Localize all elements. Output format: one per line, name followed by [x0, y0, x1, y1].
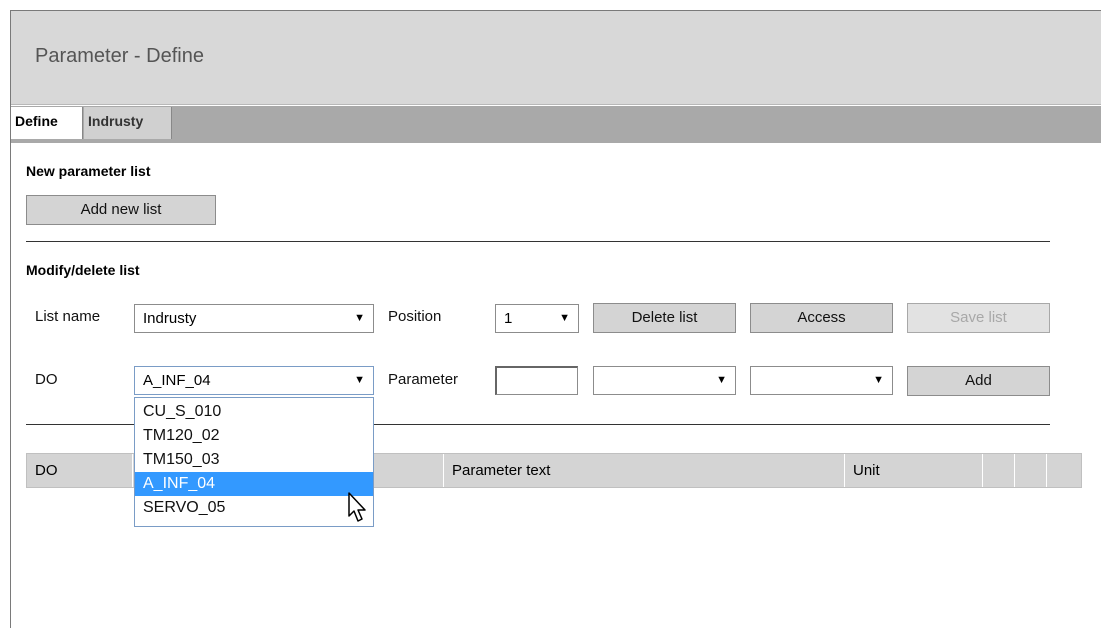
dropdown-option[interactable]: TM150_03	[135, 448, 373, 472]
column-header-extra-1	[983, 454, 1015, 487]
section-divider	[26, 241, 1050, 242]
dropdown-option[interactable]: SERVO_05	[135, 496, 373, 520]
column-header-parameter-text: Parameter text	[444, 454, 845, 487]
chevron-down-icon: ▼	[559, 312, 570, 324]
do-dropdown-list: CU_S_010 TM120_02 TM150_03 A_INF_04 SERV…	[134, 397, 374, 527]
add-new-list-button[interactable]: Add new list	[26, 195, 216, 225]
do-select[interactable]: A_INF_04 ▼	[134, 366, 374, 395]
parameter-number-input[interactable]	[495, 366, 578, 395]
do-value: A_INF_04	[143, 372, 211, 389]
position-value: 1	[504, 310, 513, 327]
parameter-label: Parameter	[388, 371, 459, 388]
chevron-down-icon: ▼	[354, 312, 365, 324]
tab-bar: Define Indrusty	[11, 106, 1101, 143]
chevron-down-icon: ▼	[873, 374, 884, 386]
chevron-down-icon: ▼	[716, 374, 727, 386]
position-select[interactable]: 1 ▼	[495, 304, 579, 333]
page-header: Parameter - Define	[11, 11, 1101, 105]
list-name-select[interactable]: Indrusty ▼	[134, 304, 374, 333]
parameter-select-2[interactable]: ▼	[750, 366, 893, 395]
save-list-button[interactable]: Save list	[907, 303, 1050, 333]
dropdown-option-selected[interactable]: A_INF_04	[135, 472, 373, 496]
list-name-value: Indrusty	[143, 310, 197, 327]
modify-list-section-title: Modify/delete list	[26, 262, 140, 278]
do-label: DO	[35, 371, 58, 388]
column-header-unit: Unit	[845, 454, 983, 487]
chevron-down-icon: ▼	[354, 374, 365, 386]
add-parameter-button[interactable]: Add	[907, 366, 1050, 396]
delete-list-button[interactable]: Delete list	[593, 303, 736, 333]
position-label: Position	[388, 308, 442, 325]
parameter-define-panel: Parameter - Define Define Indrusty New p…	[10, 10, 1101, 628]
mouse-pointer-icon	[348, 492, 366, 522]
tab-indrusty[interactable]: Indrusty	[84, 107, 172, 139]
page-title: Parameter - Define	[35, 45, 204, 67]
dropdown-option[interactable]: CU_S_010	[135, 400, 373, 424]
tab-define[interactable]: Define	[11, 107, 83, 139]
parameter-select-1[interactable]: ▼	[593, 366, 736, 395]
column-header-do: DO	[27, 454, 133, 487]
new-list-section-title: New parameter list	[26, 163, 151, 179]
access-button[interactable]: Access	[750, 303, 893, 333]
column-header-extra-2	[1015, 454, 1047, 487]
column-header-extra-3	[1047, 454, 1081, 487]
dropdown-option[interactable]: TM120_02	[135, 424, 373, 448]
list-name-label: List name	[35, 308, 101, 325]
